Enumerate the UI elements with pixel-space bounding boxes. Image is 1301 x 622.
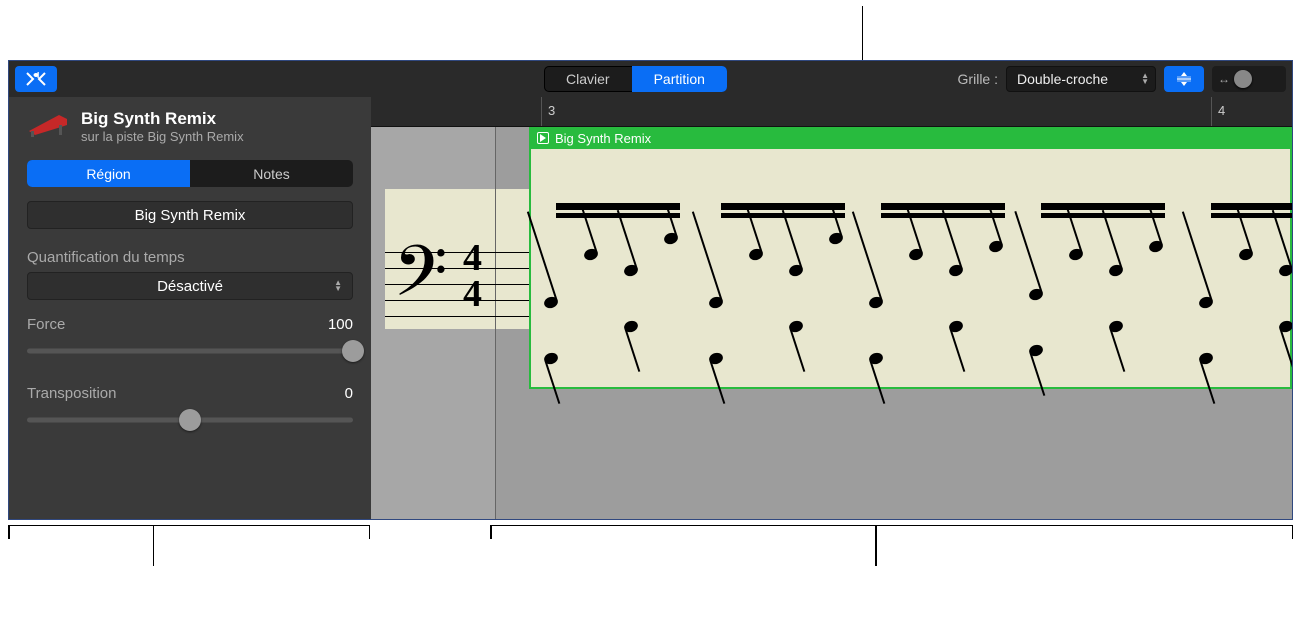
- note[interactable]: [868, 351, 885, 366]
- note[interactable]: [583, 247, 600, 262]
- time-ruler[interactable]: 3 4: [371, 97, 1292, 127]
- view-mode-clavier[interactable]: Clavier: [544, 66, 632, 92]
- transpose-slider[interactable]: [27, 408, 353, 432]
- note[interactable]: [1278, 319, 1292, 334]
- strength-value: 100: [328, 316, 353, 333]
- midi-region[interactable]: Big Synth Remix: [529, 127, 1292, 387]
- note[interactable]: [708, 351, 725, 366]
- callout-line-top: [862, 6, 863, 60]
- view-mode-segment: Clavier Partition: [544, 66, 727, 92]
- score-area[interactable]: 𝄢 4 4 Big Synth Remix: [371, 127, 1292, 519]
- grid-label: Grille :: [958, 71, 998, 87]
- chevron-updown-icon: ▲▼: [1141, 73, 1149, 85]
- transpose-value: 0: [345, 385, 353, 402]
- notes-layer: [529, 127, 1292, 387]
- time-quantize-value: Désactivé: [157, 278, 223, 295]
- inspector-tab-region[interactable]: Région: [27, 160, 190, 187]
- note[interactable]: [1198, 295, 1215, 310]
- region-name-field[interactable]: Big Synth Remix: [27, 201, 353, 229]
- grid-select-value: Double-croche: [1017, 71, 1108, 87]
- slider-thumb: [342, 340, 364, 362]
- note[interactable]: [868, 295, 885, 310]
- vertical-zoom-button[interactable]: [1164, 66, 1204, 92]
- top-bar: Clavier Partition Grille : Double-croche…: [9, 61, 1292, 97]
- callout-bracket-inspector: [8, 525, 370, 565]
- note[interactable]: [948, 319, 965, 334]
- time-signature: 4 4: [463, 240, 482, 312]
- instrument-icon: [27, 109, 69, 139]
- time-quantize-select[interactable]: Désactivé ▲▼: [27, 272, 353, 300]
- note[interactable]: [1198, 351, 1215, 366]
- arrow-left-icon: ↔: [1218, 72, 1230, 86]
- track-subtitle: sur la piste Big Synth Remix: [81, 129, 244, 144]
- note[interactable]: [1028, 343, 1045, 358]
- strength-slider[interactable]: [27, 339, 353, 363]
- toggle-knob: [1234, 70, 1252, 88]
- note[interactable]: [1108, 319, 1125, 334]
- note[interactable]: [543, 295, 560, 310]
- slider-thumb: [179, 409, 201, 431]
- bass-clef-icon: 𝄢: [393, 238, 448, 323]
- note[interactable]: [988, 239, 1005, 254]
- time-quantize-label: Quantification du temps: [9, 245, 371, 272]
- transpose-label: Transposition: [27, 385, 117, 402]
- note[interactable]: [623, 263, 640, 278]
- strength-label: Force: [27, 316, 65, 333]
- note[interactable]: [623, 319, 640, 334]
- inspector-tab-segment: Région Notes: [27, 160, 353, 187]
- note[interactable]: [788, 319, 805, 334]
- note[interactable]: [1238, 247, 1255, 262]
- note[interactable]: [1148, 239, 1165, 254]
- note[interactable]: [1278, 263, 1292, 278]
- note[interactable]: [788, 263, 805, 278]
- inspector-panel: Big Synth Remix sur la piste Big Synth R…: [9, 61, 371, 519]
- grid-select[interactable]: Double-croche ▲▼: [1006, 66, 1156, 92]
- catch-playhead-button[interactable]: [15, 66, 57, 92]
- chevron-updown-icon: ▲▼: [334, 280, 342, 292]
- note[interactable]: [543, 351, 560, 366]
- ruler-tick: 4: [1211, 97, 1231, 126]
- note[interactable]: [1028, 287, 1045, 302]
- note[interactable]: [663, 231, 680, 246]
- note[interactable]: [828, 231, 845, 246]
- note[interactable]: [1108, 263, 1125, 278]
- callout-bracket-score: [490, 525, 1293, 565]
- note[interactable]: [948, 263, 965, 278]
- note[interactable]: [908, 247, 925, 262]
- note[interactable]: [708, 295, 725, 310]
- note[interactable]: [748, 247, 765, 262]
- horizontal-autozoom-toggle[interactable]: ↔: [1212, 66, 1286, 92]
- score-main: 3 4 𝄢 4 4: [371, 97, 1292, 519]
- track-title: Big Synth Remix: [81, 109, 244, 129]
- editor-window: Clavier Partition Grille : Double-croche…: [8, 60, 1293, 520]
- view-mode-partition[interactable]: Partition: [632, 66, 727, 92]
- ruler-tick: 3: [541, 97, 561, 126]
- inspector-tab-notes[interactable]: Notes: [190, 160, 353, 187]
- note[interactable]: [1068, 247, 1085, 262]
